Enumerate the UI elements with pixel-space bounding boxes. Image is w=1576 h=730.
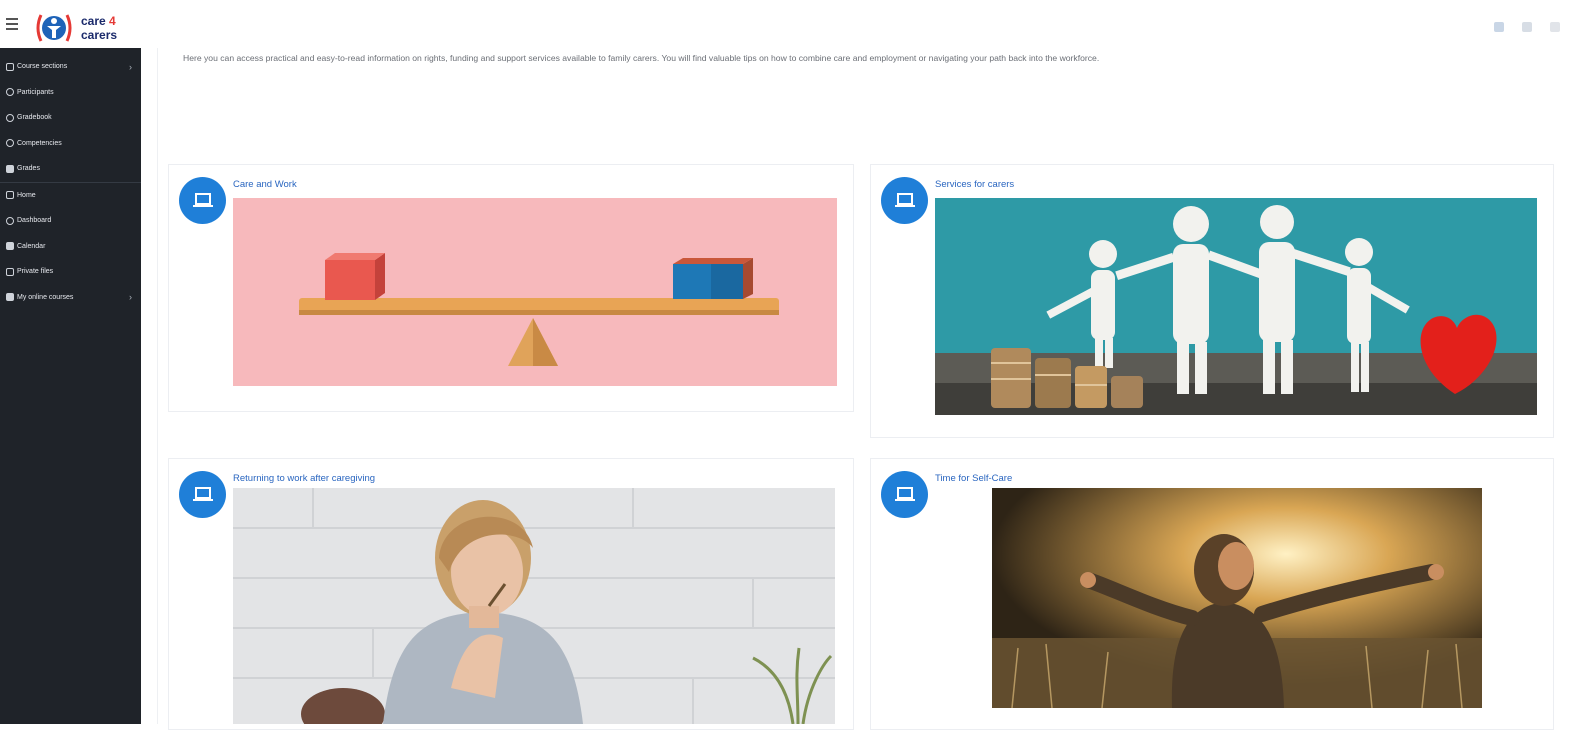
sidebar-item-label: My online courses (17, 293, 74, 301)
chevron-right-icon: › (129, 61, 132, 72)
activity-link[interactable]: Returning to work after caregiving (233, 473, 375, 484)
sidebar-item-competencies[interactable]: Competencies (0, 131, 141, 157)
sidebar-item-label: Calendar (17, 242, 46, 250)
top-bar: care 4 carers (0, 0, 1576, 48)
care4carers-logo-icon (36, 14, 72, 42)
sidebar-item-label: Home (17, 191, 36, 199)
messages-icon[interactable] (1522, 22, 1532, 32)
sidebar-item-participants[interactable]: Participants (0, 80, 141, 106)
table-icon (6, 164, 14, 173)
brand-line1: care (81, 14, 106, 28)
user-menu-icon[interactable] (1550, 22, 1560, 32)
sidebar-nav: Course sections › Participants Gradebook… (0, 54, 141, 310)
activity-card-services-for-carers: Services for carers (870, 164, 1554, 438)
seesaw-balance-image[interactable] (233, 198, 837, 386)
grade-icon (6, 113, 14, 122)
sidebar-item-my-online-courses[interactable]: My online courses › (0, 285, 141, 311)
file-icon (6, 267, 14, 276)
sidebar-item-label: Participants (17, 88, 54, 96)
list-icon (6, 62, 14, 71)
sidebar-item-label: Course sections (17, 63, 68, 71)
brand-name: care 4 carers (81, 14, 117, 42)
sidebar-item-label: Dashboard (17, 217, 52, 225)
brand-four: 4 (109, 14, 116, 28)
activity-card-returning-to-work: Returning to work after caregiving (168, 458, 854, 730)
sidebar-item-label: Competencies (17, 139, 62, 147)
sidebar-item-gradebook[interactable]: Gradebook (0, 105, 141, 131)
chevron-right-icon: › (129, 292, 132, 303)
woman-thinking-image[interactable] (233, 488, 835, 724)
laptop-icon (192, 192, 213, 207)
activity-link[interactable]: Care and Work (233, 179, 297, 190)
main-content: Here you can access practical and easy-t… (157, 48, 1561, 730)
sidebar-item-label: Gradebook (17, 114, 52, 122)
sidebar-item-dashboard[interactable]: Dashboard (0, 208, 141, 234)
brand-line2: carers (81, 28, 118, 42)
sidebar-item-calendar[interactable]: Calendar (0, 234, 141, 260)
site-logo[interactable]: care 4 carers (33, 9, 117, 47)
activity-badge (881, 471, 928, 518)
menu-toggle-icon[interactable] (6, 18, 18, 30)
sidebar-item-grades[interactable]: Grades (0, 156, 141, 182)
dashboard-icon (6, 216, 14, 225)
activity-card-time-for-self-care: Time for Self-Care (870, 458, 1554, 730)
laptop-icon (192, 486, 213, 501)
sidebar-item-private-files[interactable]: Private files (0, 259, 141, 285)
activity-card-care-and-work: Care and Work (168, 164, 854, 412)
home-icon (6, 191, 14, 200)
laptop-icon (894, 192, 915, 207)
family-coins-heart-image[interactable] (935, 198, 1537, 415)
sidebar-item-label: Private files (17, 268, 54, 276)
header-actions (1494, 22, 1560, 32)
activity-badge (881, 177, 928, 224)
check-icon (6, 139, 14, 148)
users-icon (6, 88, 14, 97)
activity-link[interactable]: Time for Self-Care (935, 473, 1012, 484)
calendar-icon (6, 242, 14, 251)
courses-icon (6, 293, 14, 302)
notification-icon[interactable] (1494, 22, 1504, 32)
brand-area: care 4 carers (0, 0, 141, 48)
activity-link[interactable]: Services for carers (935, 179, 1014, 190)
sidebar-item-home[interactable]: Home (0, 183, 141, 209)
laptop-icon (894, 486, 915, 501)
woman-sunlight-image[interactable] (992, 488, 1482, 708)
activity-badge (179, 471, 226, 518)
sidebar-item-course-sections[interactable]: Course sections › (0, 54, 141, 80)
activity-badge (179, 177, 226, 224)
sidebar-item-label: Grades (17, 165, 40, 173)
intro-text: Here you can access practical and easy-t… (183, 53, 1100, 63)
